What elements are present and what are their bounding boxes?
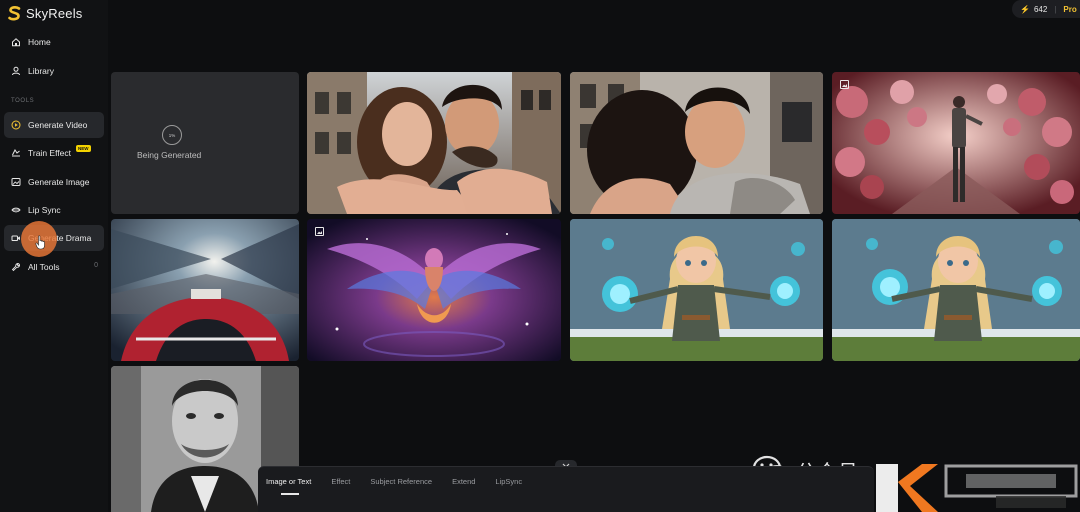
progress-spinner: 1% (162, 125, 182, 145)
gallery-tile-animated-girl-1[interactable] (570, 219, 823, 361)
play-circle-icon (11, 120, 21, 130)
lightning-icon: ⚡ (1020, 4, 1030, 14)
video-camera-icon (11, 233, 21, 243)
generation-panel: Image or Text Effect Subject Reference E… (258, 466, 874, 512)
wrench-icon (11, 262, 21, 272)
tab-extend[interactable]: Extend (452, 477, 475, 486)
tab-effect[interactable]: Effect (331, 477, 350, 486)
couple-kissing-image (307, 72, 561, 214)
user-icon (11, 66, 21, 76)
skyreels-logo-icon (8, 5, 21, 20)
animated-girl-image (832, 219, 1080, 361)
sidebar-item-label: Library (28, 66, 54, 76)
gallery-tile-animated-girl-2[interactable] (832, 219, 1080, 361)
new-badge: NEW (76, 145, 91, 152)
image-type-icon (315, 227, 324, 236)
lips-icon (11, 205, 21, 215)
sidebar-item-lip-sync[interactable]: Lip Sync (4, 197, 104, 223)
sidebar-item-library[interactable]: Library (4, 58, 104, 84)
gallery-tile-couple-kissing-2[interactable] (570, 72, 823, 214)
watermark-logo (876, 464, 1078, 512)
sidebar-item-label: Generate Video (28, 120, 88, 130)
animated-girl-image (570, 219, 823, 361)
divider: | (1054, 4, 1057, 14)
couple-kissing-image (570, 72, 823, 214)
sidebar-item-label: Generate Image (28, 177, 90, 187)
pending-generation-tile[interactable]: 1% Being Generated (111, 72, 299, 214)
effect-icon (11, 148, 21, 158)
sidebar-item-label: Home (28, 37, 51, 47)
tab-subject-reference[interactable]: Subject Reference (370, 477, 432, 486)
sidebar-item-generate-video[interactable]: Generate Video (4, 112, 104, 138)
brand[interactable]: SkyReels (8, 4, 83, 22)
panel-tabs: Image or Text Effect Subject Reference E… (266, 477, 522, 486)
tab-image-or-text[interactable]: Image or Text (266, 477, 311, 486)
credits-pill[interactable]: ⚡ 642 | Pro (1012, 0, 1080, 18)
all-tools-count: 0 (94, 262, 98, 269)
active-tab-indicator (281, 493, 299, 495)
image-icon (11, 177, 21, 187)
gallery-tile-couple-kissing-1[interactable] (307, 72, 561, 214)
credits-count: 642 (1033, 4, 1048, 14)
pending-label: Being Generated (137, 150, 202, 160)
image-type-icon (840, 80, 849, 89)
sidebar: SkyReels Home Library TOOLS Generate Vid… (0, 0, 108, 512)
sidebar-item-train-effect[interactable]: Train Effect NEW (4, 140, 104, 166)
crystal-hall-image (832, 72, 1080, 214)
app-name: SkyReels (26, 5, 83, 21)
gallery-tile-racing-car[interactable] (111, 219, 299, 361)
sidebar-item-home[interactable]: Home (4, 29, 104, 55)
home-icon (11, 37, 21, 47)
plan-badge: Pro (1063, 4, 1077, 14)
tab-lipsync[interactable]: LipSync (495, 477, 522, 486)
sidebar-item-all-tools[interactable]: All Tools 0 (4, 254, 104, 280)
sidebar-item-label: Train Effect (28, 148, 71, 158)
section-label-tools: TOOLS (11, 98, 35, 104)
sidebar-item-label: All Tools (28, 262, 60, 272)
sidebar-item-label: Lip Sync (28, 205, 61, 215)
racing-car-image (111, 219, 299, 361)
gallery-tile-cosmic-phoenix[interactable] (307, 219, 561, 361)
gallery-tile-crystal-hall[interactable] (832, 72, 1080, 214)
progress-percent: 1% (168, 132, 176, 138)
cosmic-phoenix-image (307, 219, 561, 361)
hand-cursor-icon (35, 235, 45, 250)
sidebar-item-generate-image[interactable]: Generate Image (4, 169, 104, 195)
